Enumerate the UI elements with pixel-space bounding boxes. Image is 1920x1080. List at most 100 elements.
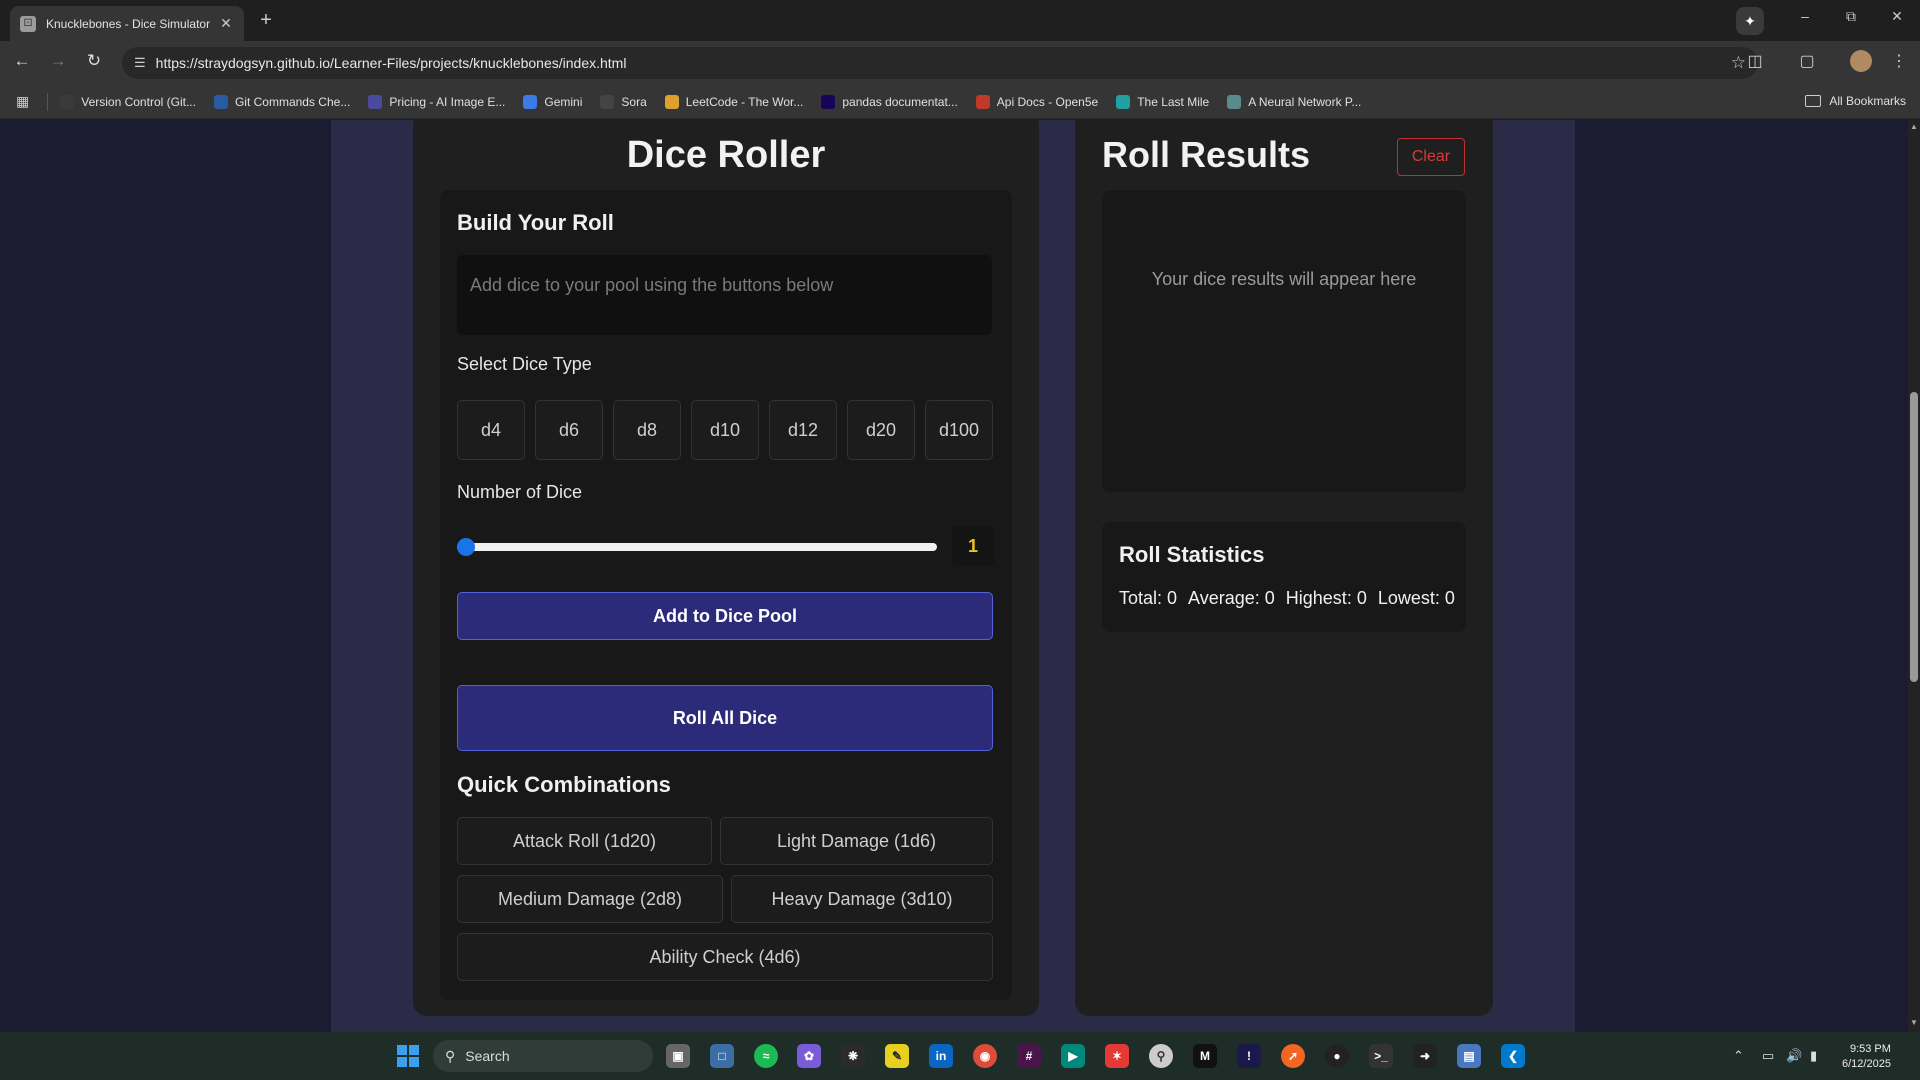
dice-count-slider[interactable]	[457, 543, 937, 551]
site-info-icon[interactable]: ☰	[134, 55, 146, 71]
back-icon[interactable]: ←	[10, 51, 34, 71]
slack-icon[interactable]: #	[1017, 1044, 1041, 1068]
bookmark-item[interactable]: Version Control (Git...	[60, 94, 196, 109]
bookmark-label: Version Control (Git...	[81, 94, 196, 109]
system-clock[interactable]: 9:53 PM 6/12/2025	[1842, 1042, 1891, 1072]
calendar-app-icon[interactable]: □	[710, 1044, 734, 1068]
dice-d100-button[interactable]: d100	[925, 400, 993, 460]
scroll-thumb[interactable]	[1910, 392, 1918, 682]
taskbar-search-label: Search	[465, 1048, 510, 1064]
postman-icon[interactable]: ➚	[1281, 1044, 1305, 1068]
bookmark-label: The Last Mile	[1137, 94, 1210, 109]
gemini-icon	[523, 94, 538, 109]
menu-icon[interactable]: ⋮	[1886, 51, 1912, 71]
dice-d6-button[interactable]: d6	[535, 400, 603, 460]
close-window-icon[interactable]: ✕	[1882, 8, 1912, 25]
battery-icon[interactable]: ▮	[1810, 1048, 1817, 1064]
dice-pool-area: Add dice to your pool using the buttons …	[457, 255, 992, 335]
vscode-icon[interactable]: ❮	[1501, 1044, 1525, 1068]
bookmark-item[interactable]: LeetCode - The Wor...	[664, 94, 803, 109]
volume-icon[interactable]: 🔊	[1786, 1048, 1802, 1064]
dice-d12-button[interactable]: d12	[769, 400, 837, 460]
chrome-icon[interactable]: ◉	[973, 1044, 997, 1068]
dice-d20-button[interactable]: d20	[847, 400, 915, 460]
dice-d10-button[interactable]: d10	[691, 400, 759, 460]
spotify-icon[interactable]: ≈	[754, 1044, 778, 1068]
browser-toolbar: ← → ↻ ☰ https://straydogsyn.github.io/Le…	[0, 41, 1920, 85]
browser-tab[interactable]: ⚀ Knucklebones - Dice Simulator ✕	[10, 6, 244, 41]
minimize-icon[interactable]: –	[1790, 8, 1820, 24]
search-icon: ⚲	[445, 1047, 456, 1064]
forward-icon[interactable]: →	[46, 51, 70, 71]
meet-icon[interactable]: ▶	[1061, 1044, 1085, 1068]
scroll-down-icon[interactable]: ▼	[1908, 1018, 1920, 1027]
chatgpt-icon[interactable]: ❋	[841, 1044, 865, 1068]
network-icon[interactable]: ▭	[1762, 1048, 1774, 1064]
tray-chevron-icon[interactable]: ⌃	[1733, 1048, 1744, 1064]
build-roll-card: Build Your Roll Add dice to your pool us…	[440, 190, 1012, 1000]
bookmark-item[interactable]: Sora	[600, 94, 647, 109]
close-tab-icon[interactable]: ✕	[218, 15, 234, 32]
bookmark-item[interactable]: pandas documentat...	[821, 94, 958, 109]
cursor-app-icon[interactable]: ➜	[1413, 1044, 1437, 1068]
combo-medium-damage-button[interactable]: Medium Damage (2d8)	[457, 875, 723, 923]
address-bar[interactable]: ☰ https://straydogsyn.github.io/Learner-…	[122, 47, 1758, 79]
combo-ability-check-button[interactable]: Ability Check (4d6)	[457, 933, 993, 981]
bookmark-label: Gemini	[544, 94, 583, 109]
statistics-line: Total: 0 Average: 0 Highest: 0 Lowest: 0	[1119, 588, 1466, 609]
slider-handle[interactable]	[457, 538, 475, 556]
combo-light-damage-button[interactable]: Light Damage (1d6)	[720, 817, 993, 865]
tab-search-icon[interactable]: ▢	[1794, 51, 1820, 71]
copilot-icon[interactable]: ✿	[797, 1044, 821, 1068]
page-scrollbar[interactable]: ▲ ▼	[1908, 120, 1920, 1032]
url-text[interactable]: https://straydogsyn.github.io/Learner-Fi…	[156, 55, 1731, 71]
combo-attack-roll-button[interactable]: Attack Roll (1d20)	[457, 817, 712, 865]
roll-results-panel: Roll Results Clear Your dice results wil…	[1075, 120, 1493, 1016]
bookmark-item[interactable]: Gemini	[523, 94, 583, 109]
m-app-icon[interactable]: M	[1193, 1044, 1217, 1068]
extensions-icon[interactable]: ◫	[1742, 51, 1768, 71]
dice-roller-title: Dice Roller	[626, 134, 826, 176]
restore-icon[interactable]: ⧉	[1836, 8, 1866, 25]
dice-d8-button[interactable]: d8	[613, 400, 681, 460]
all-bookmarks-button[interactable]: All Bookmarks	[1805, 94, 1906, 108]
bookmark-label: Pricing - AI Image E...	[389, 94, 506, 109]
bookmark-item[interactable]: The Last Mile	[1116, 94, 1210, 109]
stat-lowest: Lowest: 0	[1377, 588, 1455, 608]
bookmark-item[interactable]: Api Docs - Open5e	[975, 94, 1098, 109]
notes-app-icon[interactable]: ✎	[885, 1044, 909, 1068]
bookmark-label: pandas documentat...	[842, 94, 958, 109]
bookmark-item[interactable]: Pricing - AI Image E...	[368, 94, 506, 109]
gemini-sparkle-icon[interactable]: ✦	[1736, 7, 1764, 35]
red-app-icon[interactable]: ✶	[1105, 1044, 1129, 1068]
alert-app-icon[interactable]: !	[1237, 1044, 1261, 1068]
terminal-icon[interactable]: >_	[1369, 1044, 1393, 1068]
file-app-icon[interactable]: ▤	[1457, 1044, 1481, 1068]
windows-start-icon[interactable]	[397, 1045, 419, 1067]
profile-avatar[interactable]	[1850, 50, 1872, 72]
bookmark-item[interactable]: Git Commands Che...	[213, 94, 351, 109]
tab-title: Knucklebones - Dice Simulator	[46, 16, 211, 31]
taskbar-search[interactable]: ⚲ Search	[433, 1040, 653, 1072]
leetcode-icon	[664, 94, 679, 109]
scroll-up-icon[interactable]: ▲	[1908, 122, 1920, 131]
bookmark-label: Git Commands Che...	[234, 94, 351, 109]
add-to-pool-button[interactable]: Add to Dice Pool	[457, 592, 993, 640]
bookmark-label: Sora	[621, 94, 647, 109]
reload-icon[interactable]: ↻	[82, 51, 106, 71]
roll-all-dice-button[interactable]: Roll All Dice	[457, 685, 993, 751]
clear-button[interactable]: Clear	[1397, 138, 1465, 176]
apps-grid-icon[interactable]: ▦	[16, 93, 29, 110]
linkedin-icon[interactable]: in	[929, 1044, 953, 1068]
pandas-icon	[821, 94, 836, 109]
select-dice-type-label: Select Dice Type	[457, 354, 592, 374]
combo-heavy-damage-button[interactable]: Heavy Damage (3d10)	[731, 875, 993, 923]
new-tab-icon[interactable]: +	[254, 9, 278, 32]
search-app-icon[interactable]: ⚲	[1149, 1044, 1173, 1068]
github-icon[interactable]: ●	[1325, 1044, 1349, 1068]
terminal-icon	[60, 94, 75, 109]
tab-strip: ⚀ Knucklebones - Dice Simulator ✕ + ✦ – …	[0, 0, 1920, 41]
task-view-icon[interactable]: ▣	[666, 1044, 690, 1068]
dice-d4-button[interactable]: d4	[457, 400, 525, 460]
bookmark-item[interactable]: A Neural Network P...	[1227, 94, 1361, 109]
